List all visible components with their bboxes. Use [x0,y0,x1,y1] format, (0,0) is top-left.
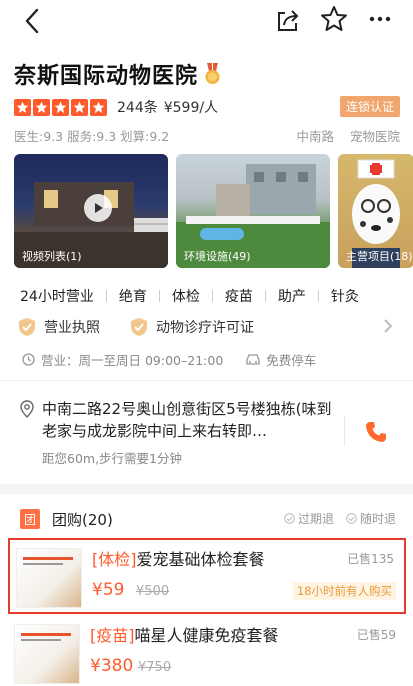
photo-caption: 环境设施(49) [184,250,251,263]
deal-name: [体检]爱宠基础体检套餐 [92,546,265,570]
flag-label: 随时退 [359,512,396,526]
refund-expired-flag: 过期退 [284,510,334,527]
tag-item: 绝育 [118,289,147,305]
tag-divider [211,290,213,302]
groupbuy-header: 团 团购(20) 过期退 随时退 [20,506,396,532]
back-arrow-icon[interactable] [18,6,48,36]
tag-divider [264,290,266,302]
license-row[interactable]: 营业执照 动物诊疗许可证 [18,316,398,338]
tag-item: 针灸 [330,289,359,305]
deal-item[interactable]: [体检]爱宠基础体检套餐 已售135 ¥59 ¥500 18小时前有人购买 [8,538,406,614]
check-circle-icon [284,513,295,524]
tag-divider [317,290,319,302]
deal-original-price: ¥500 [136,584,170,599]
play-icon[interactable] [84,194,112,222]
more-options-icon[interactable] [368,7,392,31]
deal-thumbnail [16,548,82,608]
address-divider [344,416,345,446]
hours-row: 营业：周一至周日 09:00–21:00 免费停车 [22,350,316,368]
phone-icon[interactable] [364,420,388,444]
deal-price: ¥59 [92,580,125,600]
chevron-right-icon[interactable] [382,316,394,336]
deal-price: ¥380 [90,656,134,676]
distance-text: 距您60m,步行需要1分钟 [42,451,183,466]
shield-icon [19,318,35,336]
rating-row: 244条 ¥599/人 连锁认证 [14,96,400,118]
rating-star-icon [14,98,31,116]
shop-name: 奈斯国际动物医院 [14,64,199,89]
deal-category: [体检] [92,550,137,569]
check-circle-icon [346,513,357,524]
rating-star-icon [52,98,69,116]
car-icon [246,353,260,365]
photo-caption: 主营项目(18) [346,250,413,263]
deal-name: [疫苗]喵星人健康免疫套餐 [90,622,279,646]
photo-strip: 视频列表(1) 环境设施(49) 主营项目(18) [14,154,413,268]
groupbuy-badge: 团 [20,509,40,529]
avg-price: ¥599/人 [163,100,219,116]
rating-star-icon [33,98,50,116]
tag-item: 疫苗 [224,289,253,305]
section-divider [0,380,413,381]
groupbuy-title: 团购(20) [52,510,113,529]
deal-recent-purchase: 18小时前有人购买 [292,582,396,600]
license-animal-clinic: 动物诊疗许可证 [130,317,254,337]
photo-caption: 视频列表(1) [22,250,82,263]
photo-video[interactable]: 视频列表(1) [14,154,168,268]
address-block[interactable]: 中南二路22号奥山创意街区5号楼独栋(味到老家与成龙影院中间上来右转即… 距您6… [20,398,350,467]
tag-divider [105,290,107,302]
share-icon[interactable] [274,7,302,35]
deal-title: 爱宠基础体检套餐 [136,550,265,569]
shop-category[interactable]: 宠物医院 [350,129,400,144]
section-gap [0,484,413,494]
flag-label: 过期退 [297,512,334,526]
chain-certification-badge[interactable]: 连锁认证 [339,96,400,117]
deal-thumbnail [14,624,80,684]
rating-star-icon [90,98,107,116]
tag-item: 24小时营业 [20,289,94,305]
business-hours: 营业：周一至周日 09:00–21:00 [41,352,224,368]
parking-label: 免费停车 [266,352,317,368]
photo-main-services[interactable]: 主营项目(18) [338,154,413,268]
deal-sold-count: 已售59 [356,628,396,642]
parking-info: 免费停车 [245,350,316,369]
deal-title: 喵星人健康免疫套餐 [134,626,279,645]
medal-icon [205,63,220,84]
photo-environment[interactable]: 环境设施(49) [176,154,330,268]
clock-icon [22,352,35,366]
sub-scores: 医生:9.3 服务:9.3 划算:9.2 [14,129,170,144]
tag-item: 助产 [277,289,306,305]
shield-icon [131,318,147,336]
tag-divider [158,290,160,302]
license-label: 动物诊疗许可证 [156,320,254,336]
deal-original-price: ¥750 [138,660,172,675]
deal-sold-count: 已售135 [347,552,394,566]
deal-category: [疫苗] [90,626,135,645]
tag-item: 体检 [171,289,200,305]
license-business: 营业执照 [18,317,100,337]
address-text: 中南二路22号奥山创意街区5号楼独栋(味到老家与成龙影院中间上来右转即… [42,400,332,440]
refund-anytime-flag: 随时退 [346,510,396,527]
location-pin-icon [20,400,34,418]
top-bar [0,0,413,44]
shop-area[interactable]: 中南路 [296,129,334,144]
deal-item[interactable]: [疫苗]喵星人健康免疫套餐 已售59 ¥380 ¥750 [8,616,406,686]
service-tags: 24小时营业 绝育 体检 疫苗 助产 针灸 [20,286,359,306]
review-count[interactable]: 244条 [117,97,158,117]
shop-title-row: 奈斯国际动物医院 [14,58,221,90]
favorite-star-icon[interactable] [320,5,348,33]
scores-row: 医生:9.3 服务:9.3 划算:9.2 中南路 宠物医院 [14,126,400,144]
star-rating [14,98,107,116]
rating-star-icon [71,98,88,116]
license-label: 营业执照 [44,320,100,336]
